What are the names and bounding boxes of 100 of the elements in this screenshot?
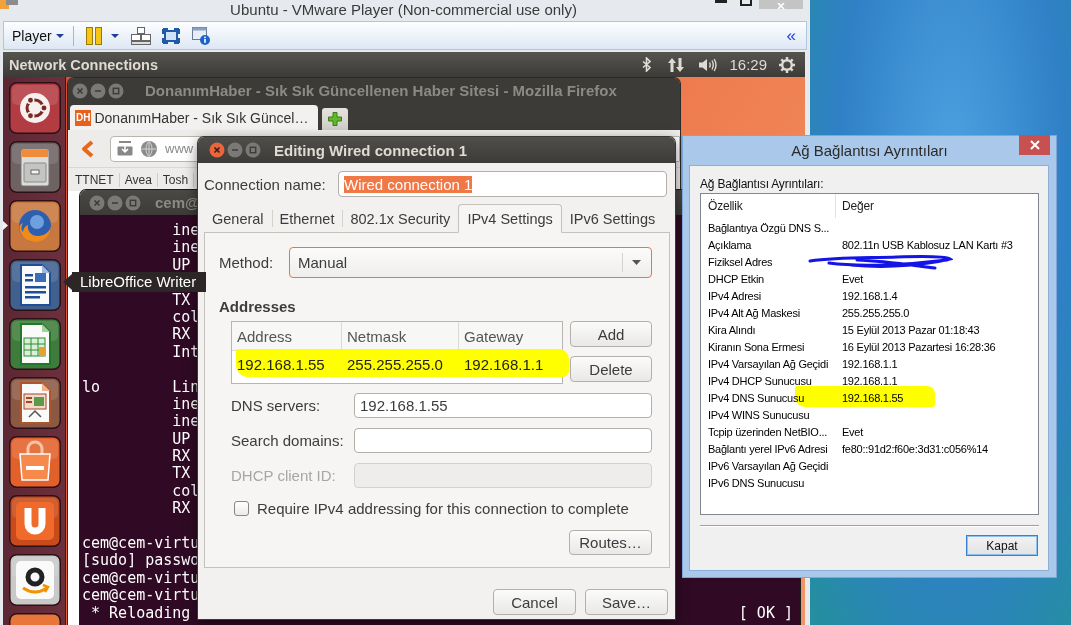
table-cell-text: 192.168.1.55 bbox=[842, 391, 904, 406]
app-name: Network Connections bbox=[9, 56, 159, 73]
table-cell-text: 192.168.1.55 bbox=[236, 354, 326, 375]
table-cell-text: IPv4 DHCP Sunucusu bbox=[707, 374, 813, 389]
section-heading: Addresses bbox=[219, 298, 297, 316]
tray-arrow-icon bbox=[117, 141, 133, 156]
window-info-icon[interactable] bbox=[191, 26, 210, 45]
tooltip: LibreOffice Writer bbox=[63, 272, 207, 292]
maximize-icon[interactable] bbox=[740, 0, 752, 6]
table-button[interactable]: Delete bbox=[570, 356, 652, 382]
bookmark-link[interactable]: TTNET bbox=[70, 172, 120, 187]
table-cell-text: Kiranın Sona Ermesi bbox=[707, 340, 806, 355]
horseshoe-icon[interactable] bbox=[9, 495, 61, 547]
dialog-title: Ağ Bağlantısı Ayrıntıları bbox=[791, 142, 948, 159]
checkbox-label: Require IPv4 addressing for this connection to complete bbox=[257, 500, 629, 517]
table-cell-text: 192.168.1.4 bbox=[842, 289, 898, 304]
table-cell-text: Açıklama bbox=[707, 238, 753, 253]
method-dropdown[interactable]: Manual bbox=[289, 247, 652, 278]
plus-icon bbox=[328, 112, 342, 126]
caret-icon[interactable] bbox=[110, 33, 119, 38]
table-cell-text: 15 Eylül 2013 Pazar 01:18:43 bbox=[842, 323, 980, 338]
window-title: DonanımHaber - Sık Sık Güncellenen Haber Sitesi - Mozilla Firefox bbox=[145, 82, 617, 99]
minimize-icon[interactable] bbox=[107, 194, 123, 211]
network-arrows-icon[interactable] bbox=[667, 56, 686, 73]
table-cell-text: Bağlantı yerel IPv6 Adresi bbox=[707, 442, 829, 457]
close-icon[interactable] bbox=[209, 142, 225, 158]
table-cell-text: IPv6 DNS Sunucusu bbox=[707, 476, 806, 491]
terminal-line: Int bbox=[172, 343, 200, 362]
table-cell-text: 255.255.255.0 bbox=[842, 306, 910, 321]
bookmark-link[interactable]: Avea bbox=[119, 172, 158, 187]
tab[interactable]: General bbox=[204, 205, 272, 232]
bookmark-link[interactable]: Tosh bbox=[157, 172, 195, 187]
tab[interactable]: 802.1x Security bbox=[342, 205, 459, 232]
table-cell-text: IPv4 Adresi bbox=[707, 289, 762, 304]
table-cell-text: Kira Alındı bbox=[707, 323, 757, 338]
presentation-icon[interactable] bbox=[9, 377, 61, 429]
close-button[interactable] bbox=[1019, 135, 1050, 155]
dialog-button[interactable]: Cancel bbox=[493, 589, 576, 615]
terminal-line: TX bbox=[172, 465, 191, 483]
window-title: cem@ bbox=[155, 194, 200, 211]
volume-icon[interactable] bbox=[699, 57, 718, 72]
tab[interactable]: IPv4 Settings bbox=[458, 204, 562, 233]
window-title: Ubuntu - VMware Player (Non-commercial use only) bbox=[229, 0, 578, 19]
field-label: Connection name: bbox=[204, 175, 327, 193]
fullscreen-icon[interactable] bbox=[161, 27, 180, 44]
table-cell-text: 192.168.1.1 bbox=[842, 374, 898, 389]
table-cell-text: IPv4 Varsayılan Ağ Geçidi bbox=[707, 357, 830, 372]
globe-icon bbox=[141, 140, 157, 157]
table-cell-text: 192.168.1.1 bbox=[463, 354, 545, 375]
table-cell-text: 192.168.1.1 bbox=[842, 357, 898, 372]
table-cell-text: fe80::91d2:f60e:3d31:c056%14 bbox=[842, 442, 988, 457]
dialog-title: Editing Wired connection 1 bbox=[274, 141, 468, 159]
document-icon[interactable] bbox=[9, 259, 61, 311]
field-label: Search domains: bbox=[231, 432, 345, 449]
terminal-line: RX bbox=[172, 326, 191, 344]
dialog-button[interactable]: Save… bbox=[585, 589, 668, 615]
new-tab-button[interactable] bbox=[322, 108, 348, 130]
file-cabinet-icon[interactable] bbox=[9, 141, 61, 193]
table-cell-text: IPv6 Varsayılan Ağ Geçidi bbox=[707, 459, 830, 474]
fox-globe-icon[interactable] bbox=[9, 200, 61, 252]
caret-icon[interactable] bbox=[55, 33, 64, 38]
table-cell-text: DHCP Etkin bbox=[707, 272, 765, 287]
stacked-keys-icon[interactable] bbox=[130, 26, 151, 45]
tab[interactable]: IPv6 Settings bbox=[561, 205, 664, 232]
site-logo: DH bbox=[75, 109, 92, 126]
collapse-button[interactable]: « bbox=[786, 26, 796, 45]
bluetooth-icon[interactable] bbox=[642, 57, 652, 72]
text-field[interactable] bbox=[354, 428, 652, 453]
terminal-line: cem@cem-virtu bbox=[82, 569, 200, 588]
minimize-icon[interactable] bbox=[227, 142, 243, 158]
terminal-line: * Reloading bbox=[91, 604, 191, 622]
column-header: Gateway bbox=[463, 326, 525, 347]
close-icon bbox=[776, 3, 786, 9]
routes-button[interactable]: Routes… bbox=[569, 530, 652, 555]
tab[interactable]: Ethernet bbox=[271, 205, 343, 232]
minimize-icon[interactable] bbox=[90, 82, 106, 99]
browser-tab[interactable]: DH DonanımHaber - Sık Sık Güncel… bbox=[70, 105, 318, 130]
pause-icon[interactable] bbox=[85, 26, 102, 45]
player-menu[interactable]: Player bbox=[12, 27, 64, 44]
close-icon[interactable] bbox=[72, 82, 88, 99]
app-icon[interactable] bbox=[9, 613, 61, 625]
terminal-line: [sudo] passwo bbox=[82, 552, 200, 570]
table-cell-text: 16 Eylül 2013 Pazartesi 16:28:36 bbox=[842, 340, 996, 355]
checkbox[interactable] bbox=[234, 501, 249, 516]
shopping-bag-icon[interactable] bbox=[9, 436, 61, 488]
clock[interactable]: 16:29 bbox=[729, 56, 767, 73]
terminal-line: col bbox=[172, 482, 200, 501]
caret-icon bbox=[632, 260, 641, 265]
text-field[interactable]: 192.168.1.55 bbox=[354, 393, 652, 418]
table-button[interactable]: Add bbox=[570, 321, 652, 347]
spreadsheet-icon[interactable] bbox=[9, 318, 61, 370]
close-icon bbox=[1029, 140, 1040, 150]
text-selection: Wired connection 1 bbox=[344, 175, 473, 193]
close-icon[interactable] bbox=[89, 194, 105, 211]
ring-dots-icon[interactable] bbox=[9, 82, 61, 134]
terminal-line: UP bbox=[172, 256, 191, 275]
back-icon[interactable] bbox=[80, 139, 94, 158]
terminal-line: RX bbox=[172, 500, 191, 518]
gear-icon[interactable] bbox=[779, 56, 795, 73]
close-dialog-button[interactable]: Kapat bbox=[966, 535, 1038, 556]
